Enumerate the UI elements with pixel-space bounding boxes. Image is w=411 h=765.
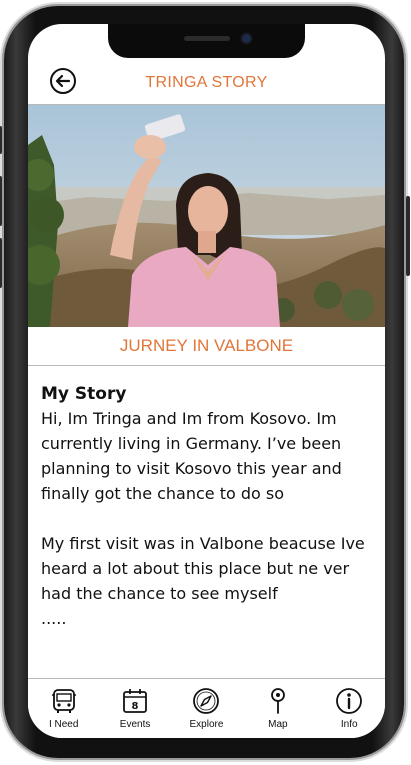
tab-events[interactable]: 8 Events [103, 679, 167, 738]
calendar-icon: 8 [123, 689, 147, 713]
tab-label: Map [268, 719, 288, 730]
power-button [406, 196, 410, 276]
story-subtitle-bar: JURNEY IN VALBONE [28, 327, 385, 366]
app-screen: TRINGA STORY JURNEY IN VALBONE My Story … [28, 24, 385, 738]
compass-icon [193, 688, 220, 714]
arrow-left-circle-icon[interactable] [49, 67, 77, 95]
story-body: Hi, Im Tringa and Im from Kosovo. Im cur… [41, 409, 365, 628]
speaker [184, 36, 230, 41]
story-heading: My Story [41, 384, 127, 404]
tab-i-need[interactable]: I Need [32, 679, 96, 738]
tab-label: Info [340, 719, 358, 730]
volume-up-button [0, 176, 2, 226]
hero-image [28, 105, 385, 327]
tab-label: Events [119, 719, 151, 730]
tab-map[interactable]: Map [246, 679, 310, 738]
tab-info[interactable]: Info [317, 679, 381, 738]
calendar-badge: 8 [132, 701, 139, 712]
notch [108, 24, 305, 58]
mute-switch [0, 126, 2, 154]
phone-frame: TRINGA STORY JURNEY IN VALBONE My Story … [0, 6, 410, 758]
front-camera [242, 34, 251, 43]
tab-explore[interactable]: Explore [174, 679, 238, 738]
bus-icon [51, 689, 76, 713]
story-subtitle: JURNEY IN VALBONE [119, 336, 294, 355]
header: TRINGA STORY [28, 62, 385, 105]
tab-label: Explore [189, 719, 224, 730]
map-pin-icon [270, 688, 285, 714]
page-title: TRINGA STORY [145, 74, 268, 91]
info-icon [336, 688, 363, 714]
story-section: My Story Hi, Im Tringa and Im from Kosov… [41, 382, 377, 631]
bottom-tab-bar: I Need 8 Events Explore Map Info [28, 678, 385, 738]
volume-down-button [0, 238, 2, 288]
hero-photo [28, 105, 385, 327]
tab-label: I Need [48, 719, 79, 730]
